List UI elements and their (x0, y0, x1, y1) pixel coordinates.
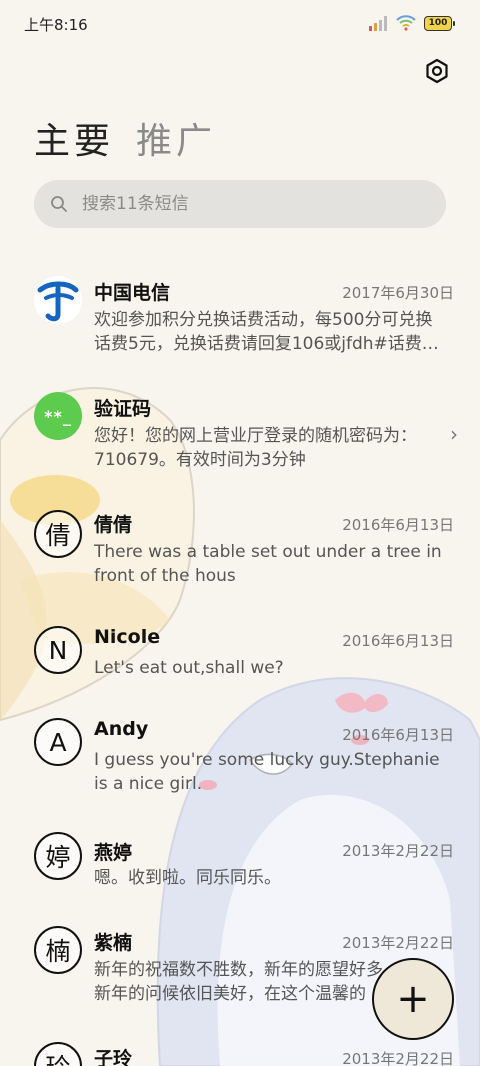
sender-name: 验证码 (94, 398, 152, 420)
search-input[interactable] (80, 193, 424, 215)
settings-button[interactable] (420, 54, 454, 88)
wifi-icon (396, 15, 416, 31)
avatar (34, 276, 82, 324)
sender-name: 倩倩 (94, 514, 133, 536)
new-message-button[interactable]: + (372, 958, 454, 1040)
tab-primary[interactable]: 主要 (34, 112, 114, 164)
sender-name: 中国电信 (94, 282, 171, 304)
list-item[interactable]: 中国电信 2017年6月30日 欢迎参加积分兑换话费活动，每500分可兑换 话费… (0, 270, 480, 370)
list-item[interactable]: 倩 倩倩 2016年6月13日 There was a table set ou… (0, 504, 480, 604)
sender-name: 子玲 (94, 1048, 133, 1066)
sender-name: 紫楠 (94, 932, 133, 954)
avatar: A (34, 718, 82, 766)
status-time: 上午8:16 (24, 16, 88, 34)
plus-icon: + (396, 976, 430, 1022)
list-item[interactable]: A Andy 2016年6月13日 I guess you're some lu… (0, 714, 480, 814)
list-item[interactable]: 玲 子玲 2013年2月22日 (0, 1040, 480, 1066)
list-item[interactable]: 婷 燕婷 2013年2月22日 嗯。收到啦。同乐同乐。 (0, 832, 480, 912)
message-date: 2016年6月13日 (342, 632, 454, 650)
avatar: 楠 (34, 926, 82, 974)
message-date: 2016年6月13日 (342, 726, 454, 744)
message-date: 2017年6月30日 (342, 284, 454, 302)
search-bar[interactable] (34, 180, 446, 228)
message-preview: 欢迎参加积分兑换话费活动，每500分可兑换 话费5元，兑换话费请回复106或jf… (94, 310, 439, 354)
avatar: N (34, 626, 82, 674)
message-preview: 嗯。收到啦。同乐同乐。 (94, 868, 281, 888)
avatar: 倩 (34, 510, 82, 558)
message-date: 2016年6月13日 (342, 516, 454, 534)
message-preview: There was a table set out under a tree i… (94, 542, 442, 586)
tab-promotions[interactable]: 推广 (136, 112, 216, 164)
avatar: 玲 (34, 1042, 82, 1066)
sender-name: 燕婷 (94, 842, 133, 864)
status-bar: 上午8:16 100 (0, 0, 480, 46)
message-date: 2013年2月22日 (342, 934, 454, 952)
chevron-right-icon: › (450, 422, 458, 446)
search-icon (48, 193, 70, 215)
status-icons: 100 (368, 14, 455, 32)
message-date: 2013年2月22日 (342, 842, 454, 860)
sender-name: Andy (94, 718, 149, 740)
tab-bar: 主要 推广 (34, 112, 216, 164)
avatar: 婷 (34, 832, 82, 880)
sender-name: Nicole (94, 626, 161, 648)
china-telecom-logo-icon (34, 276, 82, 324)
battery-level: 100 (428, 17, 448, 28)
list-item[interactable]: N Nicole 2016年6月13日 Let's eat out,shall … (0, 620, 480, 700)
settings-icon (426, 58, 448, 84)
message-preview: I guess you're some lucky guy.Stephanie … (94, 750, 440, 794)
battery-icon: 100 (424, 15, 455, 31)
message-preview: Let's eat out,shall we? (94, 658, 284, 678)
message-preview: 您好！您的网上营业厅登录的随机密码为： 710679。有效时间为3分钟 (94, 426, 417, 470)
avatar: **_ (34, 392, 82, 440)
message-date: 2013年2月22日 (342, 1050, 454, 1066)
list-item[interactable]: **_ 验证码 › 您好！您的网上营业厅登录的随机密码为： 710679。有效时… (0, 388, 480, 488)
signal-icon (369, 16, 387, 31)
